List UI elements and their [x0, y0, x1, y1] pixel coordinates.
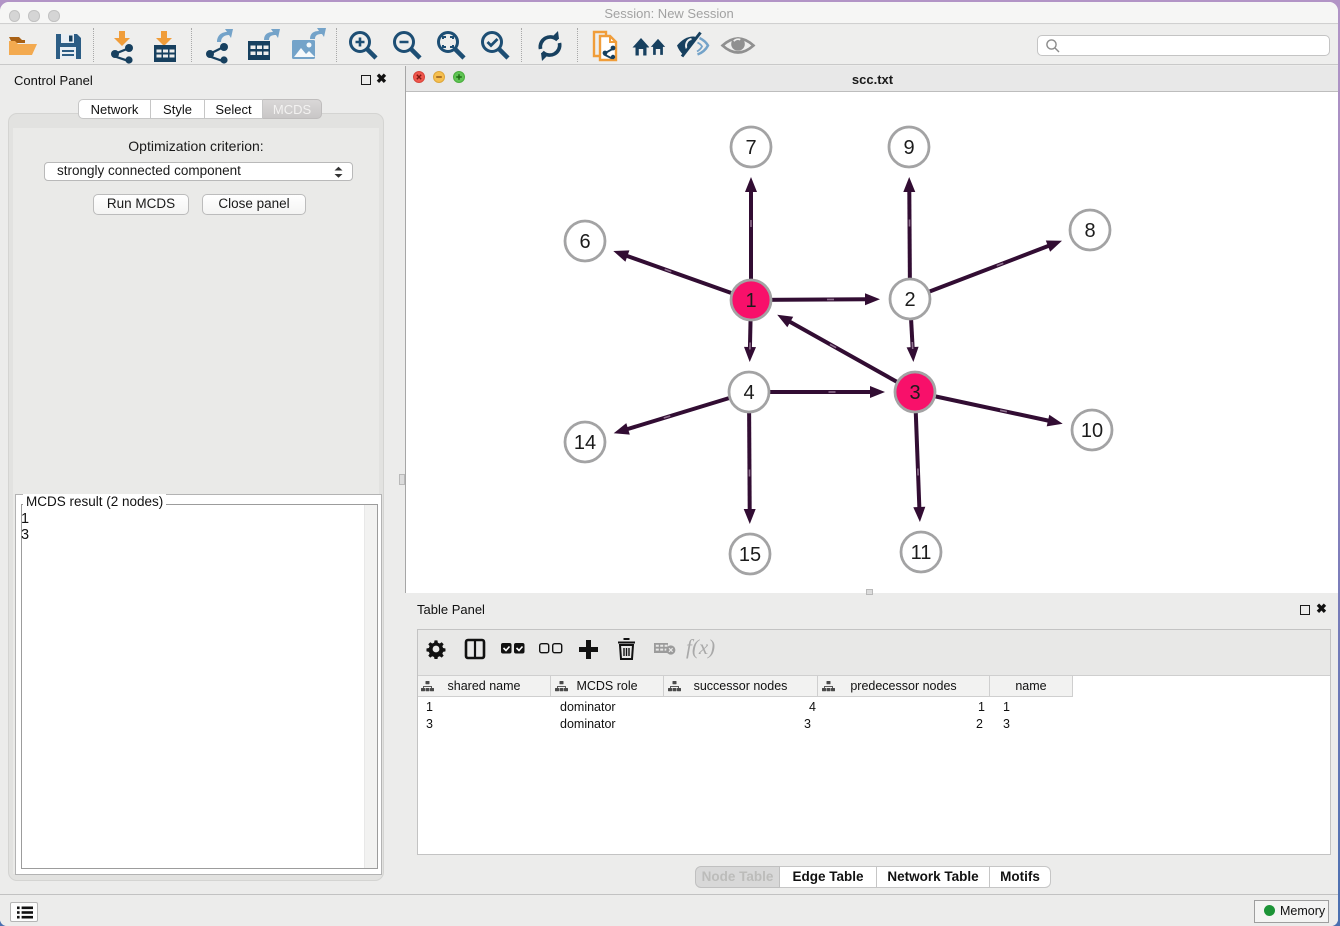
- svg-text:7: 7: [745, 137, 756, 159]
- svg-text:2: 2: [904, 289, 915, 311]
- svg-text:14: 14: [574, 432, 596, 454]
- svg-text:4: 4: [743, 382, 754, 404]
- svg-text:15: 15: [739, 544, 761, 566]
- svg-text:10: 10: [1081, 420, 1103, 442]
- svg-text:8: 8: [1084, 220, 1095, 242]
- svg-text:9: 9: [903, 137, 914, 159]
- svg-text:3: 3: [909, 382, 920, 404]
- svg-text:6: 6: [579, 231, 590, 253]
- svg-text:11: 11: [911, 542, 932, 564]
- svg-text:1: 1: [745, 290, 756, 312]
